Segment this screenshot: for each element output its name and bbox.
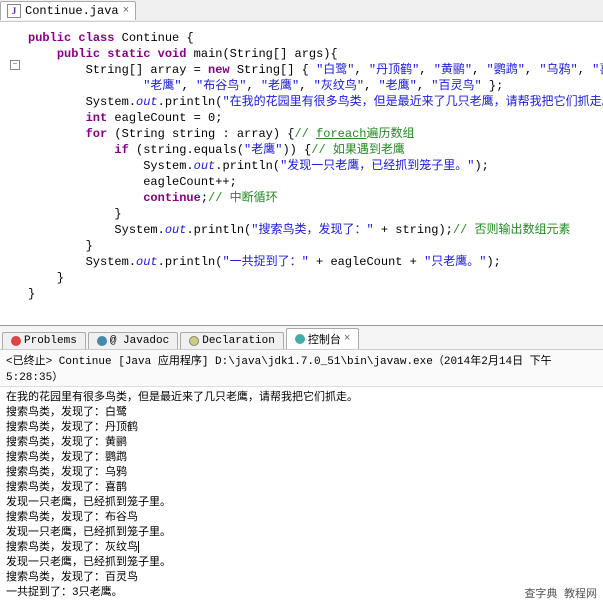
javadoc-icon	[97, 336, 107, 346]
console-line: 一共捉到了：3只老鹰。	[6, 586, 597, 601]
console-line: 发现一只老鹰，已经抓到笼子里。	[6, 556, 597, 571]
console-line: 搜索鸟类，发现了：鹦鹉	[6, 451, 597, 466]
console-output[interactable]: 在我的花园里有很多鸟类，但是最近来了几只老鹰，请帮我把它们抓走。搜索鸟类，发现了…	[0, 387, 603, 605]
tab-console[interactable]: 控制台 ×	[286, 328, 360, 349]
file-tab-continue[interactable]: J Continue.java ×	[0, 1, 136, 20]
console-header: <已终止> Continue [Java 应用程序] D:\java\jdk1.…	[0, 350, 603, 387]
tab-problems[interactable]: Problems	[2, 332, 86, 349]
file-tab-label: Continue.java	[25, 4, 119, 18]
console-line: 搜索鸟类，发现了：乌鸦	[6, 466, 597, 481]
console-line: 在我的花园里有很多鸟类，但是最近来了几只老鹰，请帮我把它们抓走。	[6, 391, 597, 406]
console-line: 搜索鸟类，发现了：百灵鸟	[6, 571, 597, 586]
console-line: 发现一只老鹰，已经抓到笼子里。	[6, 496, 597, 511]
watermark: 查字典 教程网	[524, 588, 597, 603]
close-icon[interactable]: ×	[344, 333, 351, 345]
console-line: 搜索鸟类，发现了：丹顶鹤	[6, 421, 597, 436]
console-line: 搜索鸟类，发现了：灰纹鸟	[6, 541, 597, 556]
bottom-tab-bar: Problems @ Javadoc Declaration 控制台 ×	[0, 326, 603, 350]
console-line: 搜索鸟类，发现了：黄鹂	[6, 436, 597, 451]
editor-tab-bar: J Continue.java ×	[0, 0, 603, 22]
console-line: 搜索鸟类，发现了：布谷鸟	[6, 511, 597, 526]
code-editor[interactable]: public class Continue { public static vo…	[0, 22, 603, 326]
tab-javadoc[interactable]: @ Javadoc	[88, 332, 178, 349]
problems-icon	[11, 336, 21, 346]
console-icon	[295, 334, 305, 344]
java-file-icon: J	[7, 4, 21, 18]
fold-toggle-icon[interactable]	[10, 60, 20, 70]
console-line: 搜索鸟类，发现了：白鹭	[6, 406, 597, 421]
tab-declaration[interactable]: Declaration	[180, 332, 284, 349]
console-line: 发现一只老鹰，已经抓到笼子里。	[6, 526, 597, 541]
console-line: 搜索鸟类，发现了：喜鹊	[6, 481, 597, 496]
declaration-icon	[189, 336, 199, 346]
close-icon[interactable]: ×	[123, 5, 130, 17]
